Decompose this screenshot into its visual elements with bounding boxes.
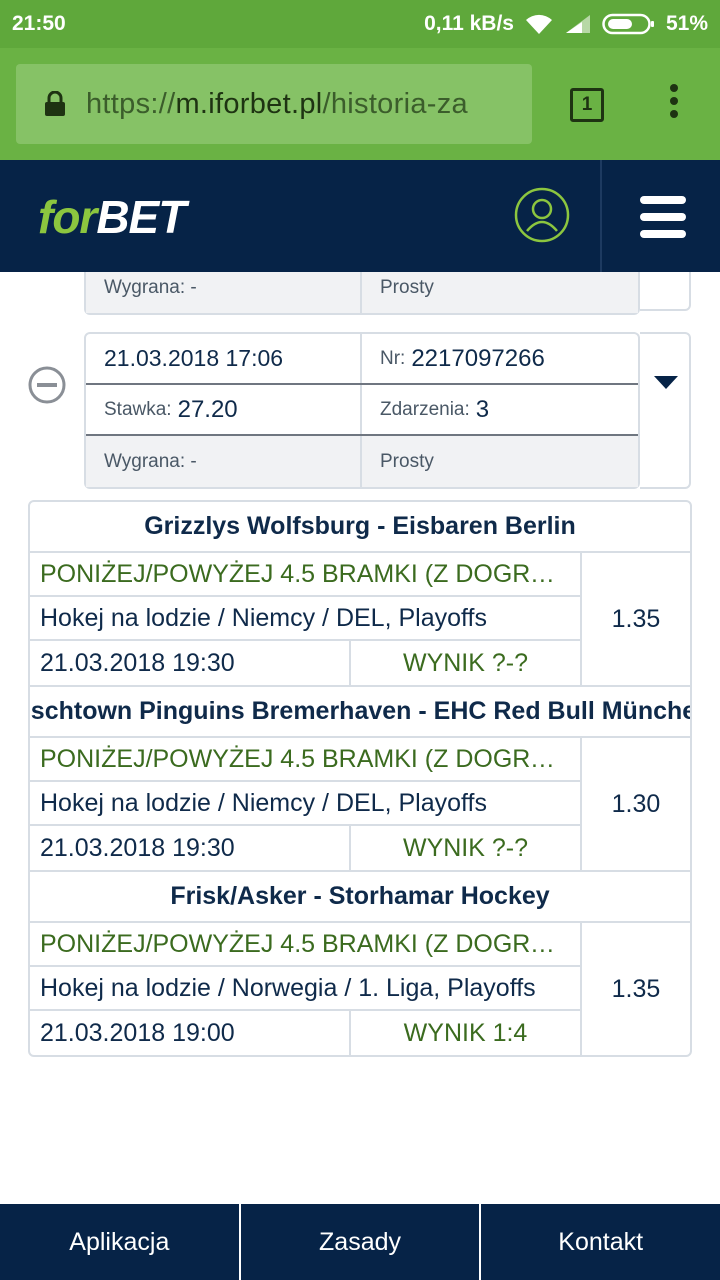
coupon-events-table: Grizzlys Wolfsburg - Eisbaren Berlin PON… [28, 500, 692, 1057]
nr-value: 2217097266 [411, 344, 545, 372]
battery-percent: 51% [665, 12, 708, 35]
event-market: PONIŻEJ/POWYŻEJ 4.5 BRAMKI (Z DOGRYWKĄ) [30, 738, 580, 782]
coupon-wygrana: Wygrana: - [86, 272, 362, 313]
wygrana-label: Wygrana: [104, 450, 186, 472]
browser-menu-icon[interactable] [664, 84, 684, 124]
wygrana-value: - [190, 276, 197, 298]
event-market-text: PONIŻEJ/POWYŻEJ 4.5 BRAMKI (Z DOGRYWKĄ) [40, 744, 568, 773]
event-odds: 1.30 [611, 789, 661, 818]
event-date: 21.03.2018 19:00 [30, 1011, 351, 1055]
event-odds: 1.35 [611, 974, 661, 1003]
coupon-type: Prosty [380, 450, 434, 472]
event-market-text: PONIŻEJ/POWYŻEJ 4.5 BRAMKI (Z DOGRYWKĄ) [40, 559, 568, 588]
signal-icon [565, 15, 590, 33]
event-meta: 21.03.2018 19:30 WYNIK ?-? [30, 826, 580, 870]
event-block: Frisk/Asker - Storhamar Hockey PONIŻEJ/P… [30, 872, 690, 1055]
zdarzenia-label: Zdarzenia: [380, 398, 470, 420]
wygrana-value: - [190, 450, 197, 472]
event-result: WYNIK ?-? [402, 833, 529, 862]
event-meta: 21.03.2018 19:30 WYNIK ?-? [30, 641, 580, 685]
event-league: Hokej na lodzie / Niemcy / DEL, Playoffs [30, 782, 580, 826]
browser-toolbar: https://m.iforbet.pl/historia-za 1 [0, 48, 720, 160]
battery-icon [602, 13, 654, 35]
event-block: Fischtown Pinguins Bremerhaven - EHC Red… [30, 687, 690, 872]
coupon-stake: Stawka: 27.20 [86, 385, 362, 434]
event-result: WYNIK 1:4 [403, 1018, 528, 1047]
zdarzenia-value: 3 [475, 395, 490, 423]
stawka-label: Stawka: [104, 398, 172, 420]
nav-zasady[interactable]: Zasady [241, 1204, 482, 1280]
event-league-text: Hokej na lodzie / Norwegia / 1. Liga, Pl… [40, 973, 536, 1002]
coupon-datetime: 21.03.2018 17:06 [86, 334, 362, 383]
coupon-type: Prosty [380, 276, 434, 298]
address-bar[interactable]: https://m.iforbet.pl/historia-za [16, 64, 532, 144]
event-league: Hokej na lodzie / Norwegia / 1. Liga, Pl… [30, 967, 580, 1011]
coupon-events-count: Zdarzenia: 3 [362, 385, 638, 434]
event-league-text: Hokej na lodzie / Niemcy / DEL, Playoffs [40, 603, 487, 632]
event-title: Frisk/Asker - Storhamar Hockey [30, 872, 690, 923]
event-league-text: Hokej na lodzie / Niemcy / DEL, Playoffs [40, 788, 487, 817]
nav-kontakt[interactable]: Kontakt [481, 1204, 720, 1280]
user-account-icon[interactable] [514, 187, 570, 243]
status-time: 21:50 [12, 12, 66, 35]
event-title: Grizzlys Wolfsburg - Eisbaren Berlin [30, 502, 690, 553]
tab-switcher-button[interactable]: 1 [570, 88, 604, 122]
status-bar: 21:50 0,11 kB/s 51% [0, 0, 720, 48]
coupon-card[interactable]: 21.03.2018 17:06 Nr: 2217097266 Stawka: 27… [84, 332, 640, 489]
event-league: Hokej na lodzie / Niemcy / DEL, Playoffs [30, 597, 580, 641]
lock-icon [45, 91, 65, 116]
header-divider [600, 160, 602, 272]
event-market-text: PONIŻEJ/POWYŻEJ 4.5 BRAMKI (Z DOGRYWKĄ) [40, 929, 568, 958]
url-path: /historia-za [322, 87, 468, 120]
coupon-datetime-value: 21.03.2018 17:06 [104, 345, 284, 371]
bet-history: Wygrana: - Prosty 21.03.2018 17:06 Nr: 22… [0, 272, 720, 1202]
chevron-down-icon[interactable] [654, 376, 678, 389]
url-text: https://m.iforbet.pl/historia-za [86, 88, 468, 121]
coupon-number: Nr: 2217097266 [362, 334, 638, 383]
network-speed: 0,11 kB/s [424, 12, 514, 35]
url-host: m.iforbet.pl [175, 87, 323, 120]
wifi-icon [525, 14, 552, 34]
coupon-expand-toggle[interactable] [640, 332, 691, 489]
collapse-minus-icon[interactable] [28, 366, 66, 404]
hamburger-menu-icon[interactable] [640, 196, 686, 238]
event-title: Fischtown Pinguins Bremerhaven - EHC Red… [30, 687, 690, 738]
event-result: WYNIK ?-? [402, 648, 529, 677]
event-date: 21.03.2018 19:30 [30, 826, 351, 870]
bottom-nav: Aplikacja Zasady Kontakt [0, 1204, 720, 1280]
coupon-card-previous[interactable]: Wygrana: - Prosty [84, 272, 640, 315]
event-block: Grizzlys Wolfsburg - Eisbaren Berlin PON… [30, 502, 690, 687]
event-market: PONIŻEJ/POWYŻEJ 4.5 BRAMKI (Z DOGRYWKĄ) [30, 923, 580, 967]
event-meta: 21.03.2018 19:00 WYNIK 1:4 [30, 1011, 580, 1055]
nav-aplikacja[interactable]: Aplikacja [0, 1204, 241, 1280]
url-scheme: https:// [86, 87, 176, 120]
nr-label: Nr: [380, 347, 406, 369]
logo-for: for [38, 191, 97, 243]
event-market: PONIŻEJ/POWYŻEJ 4.5 BRAMKI (Z DOGRYWKĄ) [30, 553, 580, 597]
wygrana-label: Wygrana: [104, 276, 186, 298]
logo-bet: BET [96, 191, 186, 243]
coupon-wygrana: Wygrana: - [86, 436, 362, 487]
stawka-value: 27.20 [177, 395, 238, 423]
event-date: 21.03.2018 19:30 [30, 641, 351, 685]
site-header: forBET [0, 160, 720, 272]
forbet-logo[interactable]: forBET [38, 190, 186, 244]
event-odds: 1.35 [611, 604, 661, 633]
coupon-toggle-previous[interactable] [640, 272, 691, 311]
